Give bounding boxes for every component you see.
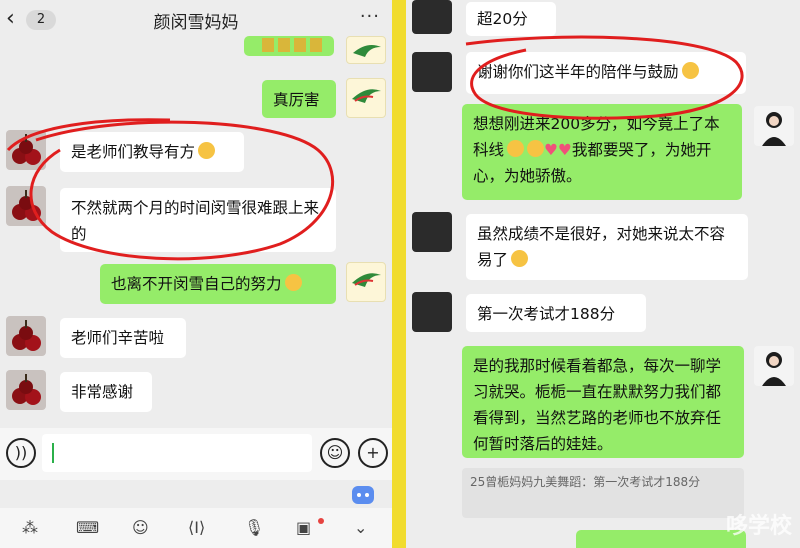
message-text: 谢谢你们这半年的陪伴与鼓励: [477, 63, 679, 81]
smile-icon[interactable]: ☺: [132, 518, 149, 537]
chat-title: 颜闵雪妈妈: [153, 13, 239, 33]
bird-logo-icon: [353, 45, 381, 57]
message-bubble[interactable]: 非常感谢: [60, 372, 152, 412]
sticker-fragment-icon: [262, 38, 322, 52]
chat-header: ‹ 2 颜闵雪妈妈 ···: [0, 0, 392, 40]
plus-icon[interactable]: +: [358, 438, 388, 468]
avatar[interactable]: [412, 292, 452, 332]
bird-logo-icon: [352, 89, 381, 103]
message-text: 是老师们教导有方: [71, 143, 196, 161]
cherry-icon: [12, 134, 41, 165]
chevron-down-icon[interactable]: ⌄: [354, 518, 367, 537]
party-emoji-icon: [527, 140, 545, 157]
cherry-icon: [12, 190, 41, 221]
muscle-emoji-icon: [681, 62, 699, 79]
notification-dot: [318, 518, 324, 524]
mic-icon[interactable]: 🎙: [244, 518, 264, 537]
smile-emoji-icon: [198, 142, 216, 159]
message-bubble[interactable]: 谢谢你们这半年的陪伴与鼓励: [466, 52, 746, 94]
message-bubble[interactable]: 是老师们教导有方: [60, 132, 244, 172]
more-dots-icon[interactable]: ···: [360, 6, 380, 27]
avatar[interactable]: [346, 262, 386, 302]
cherry-icon: [12, 320, 41, 351]
message-bubble[interactable]: 不然就两个月的时间闵雪很难跟上来的: [60, 188, 336, 252]
grin-emoji-icon: [511, 250, 529, 267]
partial-message-bubble: [576, 530, 746, 548]
avatar[interactable]: [346, 78, 386, 118]
quoted-reply-note: 25曾栀妈妈九美舞蹈：第一次考试才188分: [462, 468, 744, 518]
text-cursor-icon[interactable]: ⟨I⟩: [188, 518, 205, 537]
message-bubble[interactable]: 是的我那时候看着都急，每次一聊学习就哭。栀栀一直在默默努力我们都看得到，当然艺路…: [462, 346, 744, 458]
message-text: 也离不开闵雪自己的努力: [111, 275, 282, 293]
message-bubble[interactable]: 也离不开闵雪自己的努力: [100, 264, 336, 304]
teacher-portrait-icon: [762, 112, 786, 146]
left-chat-panel: ‹ 2 颜闵雪妈妈 ··· 真厉害 是老师们教导有方 不然就两个月的时间闵雪很难…: [0, 0, 392, 548]
toolbox-icon[interactable]: ▣: [296, 518, 311, 537]
partial-message-bubble: [244, 36, 334, 56]
avatar[interactable]: [6, 370, 46, 410]
cherry-icon: [12, 374, 41, 405]
message-bubble[interactable]: 第一次考试才188分: [466, 294, 646, 332]
watermark: 哆学校: [725, 514, 792, 539]
keyboard-icon[interactable]: ⌨: [76, 518, 99, 537]
party-emoji-icon: [507, 140, 525, 157]
avatar[interactable]: [754, 346, 794, 386]
grin-emoji-icon: [284, 274, 302, 291]
message-bubble[interactable]: 想想刚进来200多分，如今竟上了本科线 ♥♥我都要哭了，为她开心，为她骄傲。: [462, 104, 742, 200]
message-bubble[interactable]: 真厉害: [262, 80, 336, 118]
heart-icon: ♥♥: [544, 141, 572, 159]
message-input[interactable]: [42, 434, 312, 472]
avatar[interactable]: [412, 52, 452, 92]
bottom-toolbar: ⁂ ⌨ ☺ ⟨I⟩ 🎙 ▣ ⌄: [0, 508, 392, 548]
message-bubble[interactable]: 虽然成绩不是很好，对她来说太不容易了: [466, 214, 748, 280]
grid-icon[interactable]: ⁂: [22, 518, 38, 537]
message-bubble[interactable]: 超20分: [466, 2, 556, 36]
avatar[interactable]: [412, 212, 452, 252]
avatar[interactable]: [412, 0, 452, 34]
avatar[interactable]: [6, 186, 46, 226]
bird-logo-icon: [352, 273, 381, 287]
avatar[interactable]: [6, 130, 46, 170]
right-chat-panel: 超20分 谢谢你们这半年的陪伴与鼓励 想想刚进来200多分，如今竟上了本科线 ♥♥…: [406, 0, 800, 548]
message-input-bar: )) ☺ +: [0, 428, 392, 480]
avatar[interactable]: [346, 36, 386, 64]
voice-icon[interactable]: )): [6, 438, 36, 468]
text-cursor: [52, 443, 54, 463]
avatar[interactable]: [754, 106, 794, 146]
panel-divider: [392, 0, 406, 548]
message-bubble[interactable]: 老师们辛苦啦: [60, 318, 186, 358]
avatar[interactable]: [6, 316, 46, 356]
emoji-icon[interactable]: ☺: [320, 438, 350, 468]
bot-icon[interactable]: [350, 482, 376, 506]
teacher-portrait-icon: [762, 352, 786, 386]
